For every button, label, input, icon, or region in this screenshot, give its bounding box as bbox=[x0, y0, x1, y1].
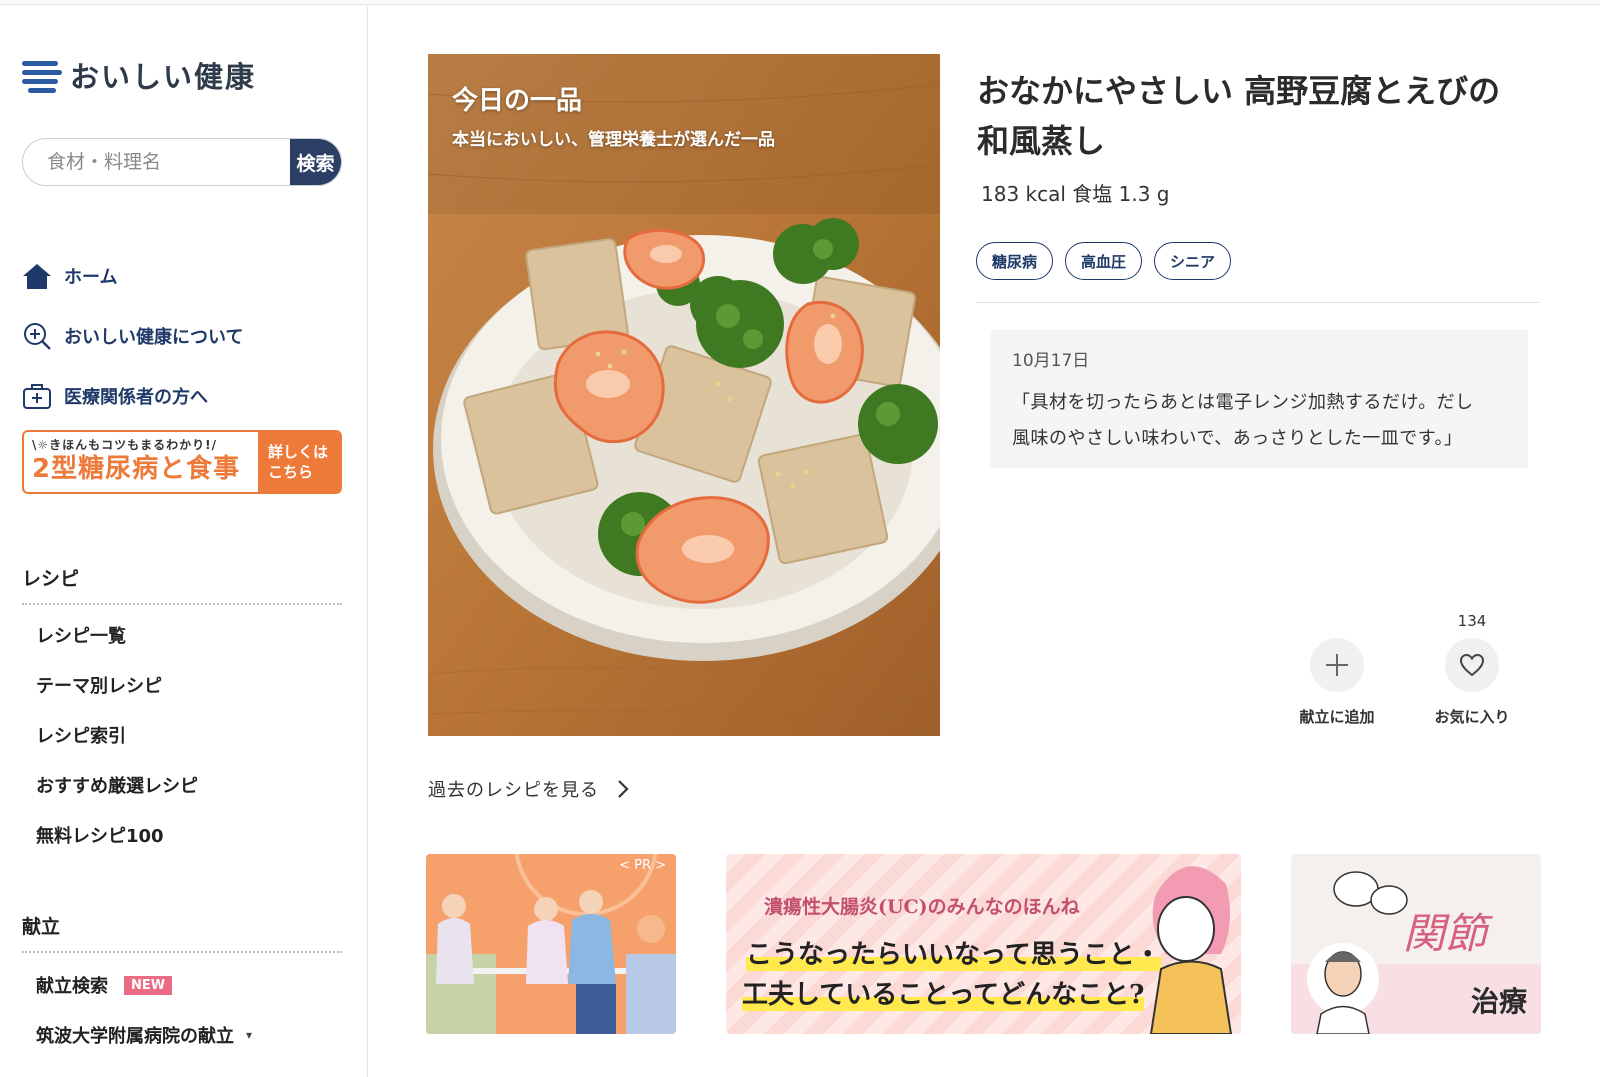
pr-label: < PR > bbox=[619, 858, 666, 873]
chevron-right-icon bbox=[618, 780, 629, 798]
recipes-list: レシピ一覧 テーマ別レシピ レシピ索引 おすすめ厳選レシピ 無料レシピ100 bbox=[36, 610, 356, 860]
tag-list: 糖尿病 高血圧 シニア bbox=[976, 242, 1232, 280]
new-badge: NEW bbox=[124, 975, 173, 995]
menu-list: 献立検索 NEW 筑波大学附属病院の献立 ▾ bbox=[36, 960, 356, 1060]
recipe-photo[interactable]: 今日の一品 本当においしい、管理栄養士が選んだ一品 bbox=[428, 54, 940, 736]
divider bbox=[976, 302, 1540, 303]
recipe-title-line1: おなかにやさしい 高野豆腐とえびの bbox=[977, 72, 1501, 110]
comment-line2: 風味のやさしい味わいで、あっさりとした一皿です。」 bbox=[1012, 428, 1463, 449]
search-form: 検索 bbox=[22, 138, 342, 186]
chevron-down-icon: ▾ bbox=[246, 1028, 253, 1042]
promo-banner-uc[interactable]: 潰瘍性大腸炎(UC)のみんなのほんね こうなったらいいなって思うこと・ 工夫して… bbox=[726, 854, 1241, 1034]
heart-icon bbox=[1445, 638, 1499, 692]
comment-date: 10月17日 bbox=[1012, 351, 1090, 371]
recipe-title-line2: 和風蒸し bbox=[977, 122, 1106, 160]
tsukuba-menu-label: 筑波大学附属病院の献立 bbox=[36, 1026, 234, 1047]
sidebar-item-theme-recipes[interactable]: テーマ別レシピ bbox=[36, 660, 356, 710]
sidebar: おいしい健康 検索 ホーム おいしい健康について 医療関係者の方へ \☼きほんも… bbox=[0, 6, 368, 1077]
add-to-menu-label: 献立に追加 bbox=[1299, 708, 1375, 726]
sidebar-item-recipe-list[interactable]: レシピ一覧 bbox=[36, 610, 356, 660]
comment-line1: 「具材を切ったらあとは電子レンジ加熱するだけ。だし bbox=[1012, 392, 1474, 413]
joint-subheadline: 治療 bbox=[1471, 985, 1528, 1018]
banner-title: 2型糖尿病と食事 bbox=[32, 454, 241, 484]
banner-cta-line2: こちら bbox=[268, 463, 314, 481]
medical-kit-icon bbox=[22, 381, 52, 411]
favorite-label: お気に入り bbox=[1434, 708, 1510, 726]
favorite-button[interactable]: お気に入り bbox=[1417, 638, 1527, 727]
tag-hypertension[interactable]: 高血圧 bbox=[1065, 242, 1143, 280]
favorite-count: 134 bbox=[1457, 612, 1487, 630]
banner-tagline: \☼きほんもコツもまるわかり!/ bbox=[32, 438, 217, 452]
brand-logo[interactable]: おいしい健康 bbox=[22, 54, 256, 96]
promo-banner-joint[interactable]: 関節 治療 bbox=[1291, 854, 1541, 1034]
brand-name: おいしい健康 bbox=[70, 60, 257, 94]
recipe-nutrition: 183 kcal 食塩 1.3 g bbox=[981, 182, 1170, 206]
uc-subtitle: 潰瘍性大腸炎(UC)のみんなのほんね bbox=[764, 896, 1080, 918]
add-to-menu-button[interactable]: 献立に追加 bbox=[1282, 638, 1392, 727]
dietitian-comment: 10月17日 「具材を切ったらあとは電子レンジ加熱するだけ。だし 風味のやさしい… bbox=[990, 330, 1528, 468]
home-icon bbox=[22, 261, 52, 291]
sidebar-item-tsukuba-menu[interactable]: 筑波大学附属病院の献立 ▾ bbox=[36, 1010, 356, 1060]
past-recipes-link[interactable]: 過去のレシピを見る bbox=[428, 776, 629, 802]
search-input[interactable] bbox=[23, 139, 290, 185]
logo-wave-icon bbox=[22, 57, 62, 93]
dish-illustration bbox=[428, 54, 940, 736]
promo-banner-pr[interactable]: < PR > bbox=[426, 854, 676, 1034]
nav-item-label: 医療関係者の方へ bbox=[64, 387, 208, 408]
tag-senior[interactable]: シニア bbox=[1154, 242, 1232, 280]
sidebar-item-recommended[interactable]: おすすめ厳選レシピ bbox=[36, 760, 356, 810]
search-button[interactable]: 検索 bbox=[290, 139, 341, 185]
recipes-section-title: レシピ bbox=[22, 564, 342, 605]
woman-illustration bbox=[1149, 866, 1233, 1034]
banner-cta: 詳しくは こちら bbox=[258, 432, 340, 492]
hero-heading: 今日の一品 bbox=[452, 86, 583, 116]
sidebar-item-menu-search[interactable]: 献立検索 NEW bbox=[36, 960, 356, 1010]
nav-item-medical[interactable]: 医療関係者の方へ bbox=[22, 366, 352, 426]
nav-item-about[interactable]: おいしい健康について bbox=[22, 306, 352, 366]
recipe-title[interactable]: おなかにやさしい 高野豆腐とえびの 和風蒸し bbox=[977, 66, 1537, 166]
hero-caption: 今日の一品 本当においしい、管理栄養士が選んだ一品 bbox=[452, 80, 775, 150]
banner-cta-line1: 詳しくは bbox=[268, 443, 329, 461]
menu-section-title: 献立 bbox=[22, 912, 342, 953]
nav-item-label: ホーム bbox=[64, 267, 118, 288]
plus-icon bbox=[1310, 638, 1364, 692]
sidebar-item-recipe-index[interactable]: レシピ索引 bbox=[36, 710, 356, 760]
nav-item-home[interactable]: ホーム bbox=[22, 246, 352, 306]
hero-subheading: 本当においしい、管理栄養士が選んだ一品 bbox=[452, 130, 775, 150]
zoom-plus-icon bbox=[22, 321, 52, 351]
menu-search-label: 献立検索 bbox=[36, 976, 108, 997]
main-nav: ホーム おいしい健康について 医療関係者の方へ bbox=[22, 246, 352, 426]
diabetes-banner[interactable]: \☼きほんもコツもまるわかり!/ 2型糖尿病と食事 詳しくは こちら bbox=[22, 430, 342, 494]
nav-item-label: おいしい健康について bbox=[64, 327, 244, 348]
browser-top-edge bbox=[0, 0, 1600, 5]
past-recipes-label: 過去のレシピを見る bbox=[428, 780, 599, 801]
joint-headline: 関節 bbox=[1403, 909, 1488, 958]
tag-diabetes[interactable]: 糖尿病 bbox=[976, 242, 1054, 280]
uc-line2: 工夫していることってどんなこと? bbox=[742, 974, 1145, 1011]
people-illustration bbox=[426, 854, 676, 1034]
comment-text: 「具材を切ったらあとは電子レンジ加熱するだけ。だし 風味のやさしい味わいで、あっ… bbox=[1012, 385, 1506, 457]
sidebar-item-free-recipes[interactable]: 無料レシピ100 bbox=[36, 810, 356, 860]
uc-line1: こうなったらいいなって思うこと・ bbox=[746, 934, 1161, 971]
